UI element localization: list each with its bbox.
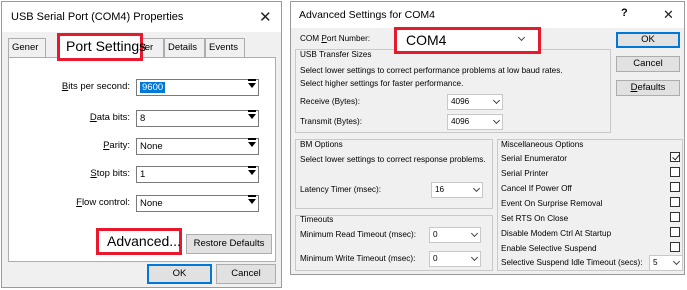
- com-port-label: COM Port Number:: [300, 34, 371, 43]
- advanced-button[interactable]: Advanced...: [96, 228, 182, 255]
- selective-suspend-timeout-select[interactable]: 5: [649, 255, 683, 271]
- stop-bits-select[interactable]: 1: [136, 166, 259, 183]
- help-button[interactable]: ?: [621, 7, 628, 19]
- defaults-label: Defaults: [630, 82, 666, 93]
- left-cancel-label: Cancel: [231, 268, 261, 279]
- com-port-value: COM4: [406, 32, 447, 48]
- flow-control-select[interactable]: None: [136, 195, 259, 212]
- usb-group-title: USB Transfer Sizes: [300, 50, 372, 59]
- right-cancel-button[interactable]: Cancel: [616, 56, 680, 72]
- com-port-select[interactable]: COM4: [394, 27, 541, 54]
- data-bits-select[interactable]: 8: [136, 110, 259, 127]
- tab-port-settings[interactable]: Port Settings: [57, 33, 147, 61]
- transmit-bytes-label: Transmit (Bytes):: [300, 117, 363, 126]
- selective-suspend-timeout-value: 5: [653, 258, 658, 267]
- advanced-button-label: Advanced...: [107, 233, 181, 249]
- min-read-timeout-value: 0: [433, 230, 438, 239]
- set-rts-on-close-label: Set RTS On Close: [501, 214, 569, 223]
- chevron-down-icon: [248, 138, 256, 147]
- bm-options-group: [295, 139, 493, 209]
- chevron-down-icon: [672, 257, 681, 266]
- min-read-timeout-select[interactable]: 0: [429, 227, 481, 243]
- misc-group-title: Miscellaneous Options: [501, 140, 584, 149]
- min-write-timeout-select[interactable]: 0: [429, 251, 481, 267]
- receive-bytes-label: Receive (Bytes):: [300, 97, 361, 106]
- min-read-timeout-label: Minimum Read Timeout (msec):: [300, 230, 417, 239]
- chevron-down-icon: [492, 116, 501, 125]
- right-ok-button[interactable]: OK: [616, 32, 680, 48]
- flow-control-label: Flow control:: [76, 197, 130, 208]
- chevron-down-icon: [248, 166, 256, 175]
- chevron-down-icon: [470, 229, 479, 238]
- data-bits-label: Data bits:: [89, 112, 130, 123]
- left-ok-button[interactable]: OK: [147, 264, 212, 284]
- latency-timer-value: 16: [435, 185, 445, 194]
- selective-suspend-timeout-label: Selective Suspend Idle Timeout (secs):: [501, 258, 643, 267]
- usb-help-line-1: Select lower settings to correct perform…: [300, 66, 563, 75]
- serial-printer-label: Serial Printer: [501, 169, 549, 178]
- timeouts-group-title: Timeouts: [300, 215, 334, 224]
- parity-value: None: [140, 141, 163, 152]
- advanced-settings-dialog: Advanced Settings for COM4 ? ✕ COM Port …: [290, 1, 685, 275]
- cancel-if-power-off-checkbox[interactable]: [670, 182, 680, 192]
- tab-details[interactable]: Details: [164, 38, 205, 57]
- min-write-timeout-value: 0: [433, 254, 438, 263]
- flow-control-value: None: [140, 198, 163, 209]
- disable-modem-ctrl-checkbox[interactable]: [670, 227, 680, 237]
- tab-events[interactable]: Events: [205, 38, 245, 57]
- event-on-surprise-removal-checkbox[interactable]: [670, 197, 680, 207]
- usb-help-line-2: Select higher settings for faster perfor…: [300, 79, 464, 88]
- right-close-button[interactable]: ✕: [663, 7, 674, 22]
- left-ok-label: OK: [172, 268, 187, 279]
- chevron-down-icon: [248, 110, 256, 119]
- bm-help-line: Select lower settings to correct respons…: [300, 155, 486, 164]
- right-ok-label: OK: [641, 34, 655, 45]
- parity-select[interactable]: None: [136, 138, 259, 155]
- data-bits-value: 8: [140, 113, 146, 124]
- left-window-title: USB Serial Port (COM4) Properties: [11, 11, 184, 23]
- defaults-button[interactable]: Defaults: [616, 80, 680, 96]
- port-properties-dialog: USB Serial Port (COM4) Properties ✕ Gene…: [1, 1, 282, 288]
- bm-group-title: BM Options: [300, 140, 343, 149]
- chevron-down-icon: [492, 96, 501, 105]
- receive-bytes-select[interactable]: 4096: [447, 94, 503, 110]
- bits-per-second-value: 9600: [140, 82, 166, 93]
- tab-general[interactable]: Gener: [8, 38, 46, 57]
- stop-bits-value: 1: [140, 169, 146, 180]
- set-rts-on-close-checkbox[interactable]: [670, 212, 680, 222]
- receive-bytes-value: 4096: [451, 97, 470, 106]
- restore-defaults-button[interactable]: Restore Defaults: [186, 234, 272, 254]
- chevron-down-icon: [248, 79, 256, 88]
- cancel-if-power-off-label: Cancel If Power Off: [501, 184, 572, 193]
- transmit-bytes-value: 4096: [451, 117, 470, 126]
- chevron-down-icon: [517, 33, 526, 42]
- transmit-bytes-select[interactable]: 4096: [447, 114, 503, 130]
- bits-per-second-select[interactable]: 9600: [136, 79, 259, 96]
- right-title-bar: Advanced Settings for COM4 ? ✕: [291, 2, 684, 28]
- disable-modem-ctrl-label: Disable Modem Ctrl At Startup: [501, 229, 612, 238]
- left-close-button[interactable]: ✕: [259, 10, 272, 25]
- serial-enumerator-checkbox[interactable]: [670, 152, 680, 162]
- min-write-timeout-label: Minimum Write Timeout (msec):: [300, 254, 416, 263]
- right-cancel-label: Cancel: [633, 58, 663, 69]
- restore-defaults-label: Restore Defaults: [193, 238, 265, 249]
- serial-enumerator-label: Serial Enumerator: [501, 154, 567, 163]
- enable-selective-suspend-label: Enable Selective Suspend: [501, 244, 597, 253]
- tab-port-settings-label: Port Settings: [66, 38, 147, 54]
- chevron-down-icon: [472, 184, 481, 193]
- left-cancel-button[interactable]: Cancel: [216, 264, 276, 284]
- latency-timer-label: Latency Timer (msec):: [300, 185, 381, 194]
- bits-per-second-label: Bits per second:: [61, 81, 130, 92]
- serial-printer-checkbox[interactable]: [670, 167, 680, 177]
- right-window-title: Advanced Settings for COM4: [299, 9, 435, 21]
- chevron-down-icon: [470, 253, 479, 262]
- chevron-down-icon: [248, 195, 256, 204]
- left-title-bar: USB Serial Port (COM4) Properties ✕: [2, 2, 281, 32]
- parity-label: Parity:: [103, 140, 130, 151]
- latency-timer-select[interactable]: 16: [431, 182, 483, 198]
- enable-selective-suspend-checkbox[interactable]: [670, 242, 680, 252]
- event-on-surprise-removal-label: Event On Surprise Removal: [501, 199, 603, 208]
- stop-bits-label: Stop bits:: [90, 168, 130, 179]
